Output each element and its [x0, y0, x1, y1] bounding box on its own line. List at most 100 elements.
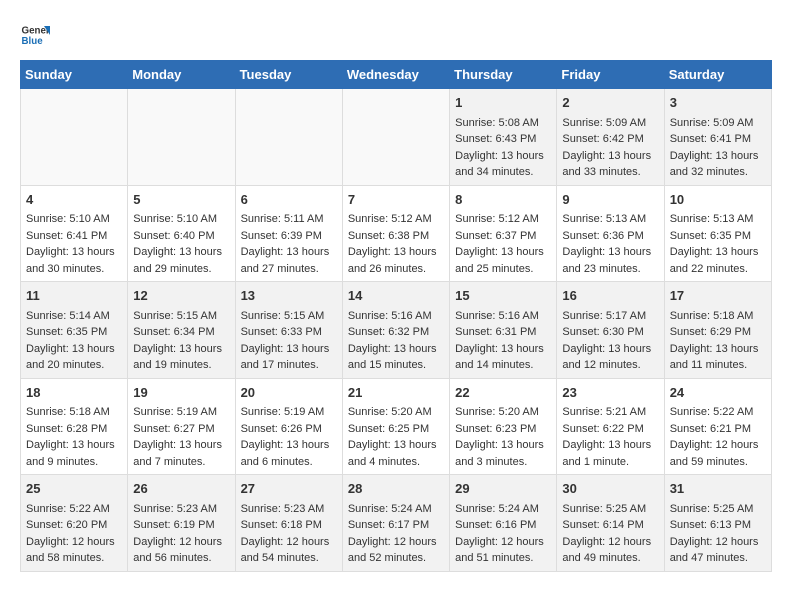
sunrise: Sunrise: 5:25 AM [670, 503, 754, 515]
day-number: 1 [455, 93, 551, 113]
day-number: 18 [26, 383, 122, 403]
sunrise: Sunrise: 5:18 AM [670, 310, 754, 322]
calendar-cell: 24Sunrise: 5:22 AMSunset: 6:21 PMDayligh… [664, 378, 771, 475]
daylight: Daylight: 13 hours and 14 minutes. [455, 343, 544, 372]
daylight: Daylight: 12 hours and 56 minutes. [133, 536, 222, 565]
day-number: 3 [670, 93, 766, 113]
calendar-cell: 18Sunrise: 5:18 AMSunset: 6:28 PMDayligh… [21, 378, 128, 475]
sunrise: Sunrise: 5:15 AM [241, 310, 325, 322]
sunrise: Sunrise: 5:22 AM [670, 406, 754, 418]
sunrise: Sunrise: 5:24 AM [348, 503, 432, 515]
sunset: Sunset: 6:39 PM [241, 230, 322, 242]
week-row-5: 25Sunrise: 5:22 AMSunset: 6:20 PMDayligh… [21, 475, 772, 572]
sunset: Sunset: 6:18 PM [241, 519, 322, 531]
day-number: 19 [133, 383, 229, 403]
sunrise: Sunrise: 5:18 AM [26, 406, 110, 418]
calendar-cell [342, 89, 449, 186]
sunset: Sunset: 6:27 PM [133, 423, 214, 435]
sunrise: Sunrise: 5:09 AM [670, 117, 754, 129]
calendar-cell [235, 89, 342, 186]
day-number: 16 [562, 286, 658, 306]
calendar-cell: 12 Sunrise: 5:15 AM Sunset: 6:34 PM Dayligh… [128, 282, 235, 379]
daylight: Daylight: 13 hours and 27 minutes. [241, 246, 330, 275]
calendar-cell: 4 Sunrise: 5:10 AM Sunset: 6:41 PM Daylight… [21, 185, 128, 282]
day-number: 8 [455, 190, 551, 210]
sunset: Sunset: 6:37 PM [455, 230, 536, 242]
day-header-sunday: Sunday [21, 61, 128, 89]
day-header-wednesday: Wednesday [342, 61, 449, 89]
daylight: Daylight: 13 hours and 19 minutes. [133, 343, 222, 372]
sunrise: Sunrise: 5:25 AM [562, 503, 646, 515]
logo: General Blue [20, 20, 50, 50]
calendar-cell: 11Sunrise: 5:14 AMSunset: 6:35 PMDayligh… [21, 282, 128, 379]
calendar-cell: 3Sunrise: 5:09 AMSunset: 6:41 PMDaylight… [664, 89, 771, 186]
sunrise: Sunrise: 5:14 AM [26, 310, 110, 322]
daylight: Daylight: 13 hours and 22 minutes. [670, 246, 759, 275]
calendar-cell: 8Sunrise: 5:12 AMSunset: 6:37 PMDaylight… [450, 185, 557, 282]
sunset: Sunset: 6:31 PM [455, 326, 536, 338]
day-number: 4 [26, 190, 122, 210]
sunset: Sunset: 6:34 PM [133, 326, 214, 338]
sunrise: Sunrise: 5:09 AM [562, 117, 646, 129]
sunset: Sunset: 6:32 PM [348, 326, 429, 338]
week-row-1: 1 Sunrise: 5:08 AM Sunset: 6:43 PM Daylight… [21, 89, 772, 186]
day-number: 14 [348, 286, 444, 306]
day-number: 11 [26, 286, 122, 306]
sunrise: Sunrise: 5:24 AM [455, 503, 539, 515]
week-row-2: 4 Sunrise: 5:10 AM Sunset: 6:41 PM Daylight… [21, 185, 772, 282]
day-number: 27 [241, 479, 337, 499]
sunset: Sunset: 6:42 PM [562, 133, 643, 145]
day-number: 31 [670, 479, 766, 499]
sunset: Sunset: 6:25 PM [348, 423, 429, 435]
sunrise: Sunrise: 5:13 AM [670, 213, 754, 225]
calendar-cell: 14Sunrise: 5:16 AMSunset: 6:32 PMDayligh… [342, 282, 449, 379]
day-number: 15 [455, 286, 551, 306]
calendar-cell: 6Sunrise: 5:11 AMSunset: 6:39 PMDaylight… [235, 185, 342, 282]
daylight: Daylight: 12 hours and 52 minutes. [348, 536, 437, 565]
daylight: Daylight: 13 hours and 34 minutes. [455, 150, 544, 179]
calendar-cell: 27Sunrise: 5:23 AMSunset: 6:18 PMDayligh… [235, 475, 342, 572]
sunset: Sunset: 6:41 PM [670, 133, 751, 145]
sunrise: Sunrise: 5:15 AM [133, 310, 217, 322]
sunset: Sunset: 6:28 PM [26, 423, 107, 435]
calendar-cell [128, 89, 235, 186]
daylight: Daylight: 13 hours and 17 minutes. [241, 343, 330, 372]
day-header-friday: Friday [557, 61, 664, 89]
calendar-cell: 31Sunrise: 5:25 AMSunset: 6:13 PMDayligh… [664, 475, 771, 572]
calendar-cell: 10Sunrise: 5:13 AMSunset: 6:35 PMDayligh… [664, 185, 771, 282]
calendar-cell: 28Sunrise: 5:24 AMSunset: 6:17 PMDayligh… [342, 475, 449, 572]
sunset: Sunset: 6:14 PM [562, 519, 643, 531]
calendar-cell: 15Sunrise: 5:16 AMSunset: 6:31 PMDayligh… [450, 282, 557, 379]
day-number: 12 [133, 286, 229, 306]
daylight: Daylight: 13 hours and 26 minutes. [348, 246, 437, 275]
day-number: 2 [562, 93, 658, 113]
daylight: Daylight: 12 hours and 54 minutes. [241, 536, 330, 565]
day-number: 7 [348, 190, 444, 210]
calendar-cell: 16Sunrise: 5:17 AMSunset: 6:30 PMDayligh… [557, 282, 664, 379]
daylight: Daylight: 13 hours and 30 minutes. [26, 246, 115, 275]
calendar-cell: 26Sunrise: 5:23 AMSunset: 6:19 PMDayligh… [128, 475, 235, 572]
sunset: Sunset: 6:20 PM [26, 519, 107, 531]
day-number: 28 [348, 479, 444, 499]
daylight: Daylight: 12 hours and 49 minutes. [562, 536, 651, 565]
daylight: Daylight: 13 hours and 4 minutes. [348, 439, 437, 468]
sunrise: Sunrise: 5:11 AM [241, 213, 324, 225]
sunrise: Sunrise: 5:08 AM [455, 117, 539, 129]
calendar-cell: 25Sunrise: 5:22 AMSunset: 6:20 PMDayligh… [21, 475, 128, 572]
sunrise: Sunrise: 5:10 AM [26, 213, 110, 225]
day-number: 23 [562, 383, 658, 403]
daylight: Daylight: 13 hours and 20 minutes. [26, 343, 115, 372]
day-header-thursday: Thursday [450, 61, 557, 89]
day-number: 24 [670, 383, 766, 403]
sunset: Sunset: 6:41 PM [26, 230, 107, 242]
day-number: 17 [670, 286, 766, 306]
day-header-monday: Monday [128, 61, 235, 89]
sunset: Sunset: 6:21 PM [670, 423, 751, 435]
day-number: 26 [133, 479, 229, 499]
sunset: Sunset: 6:33 PM [241, 326, 322, 338]
daylight: Daylight: 12 hours and 58 minutes. [26, 536, 115, 565]
daylight: Daylight: 13 hours and 33 minutes. [562, 150, 651, 179]
sunset: Sunset: 6:38 PM [348, 230, 429, 242]
sunrise: Sunrise: 5:21 AM [562, 406, 646, 418]
sunset: Sunset: 6:43 PM [455, 133, 536, 145]
